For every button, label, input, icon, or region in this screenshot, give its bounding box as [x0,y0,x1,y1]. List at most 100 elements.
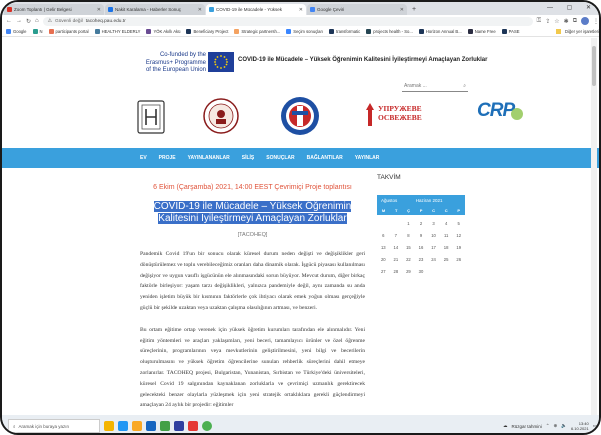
extensions-icon[interactable]: ✱ [564,18,569,25]
chevron-up-icon[interactable]: ⌃ [546,423,550,429]
site-search-input[interactable]: Aramak ... ⌕ [402,80,468,92]
calendar-day[interactable]: 22 [402,257,415,262]
new-tab-button[interactable]: + [408,4,420,15]
calendar-day[interactable]: 8 [402,233,415,238]
calendar-day[interactable]: 14 [390,245,403,250]
volume-icon[interactable]: 🔈 [561,423,567,429]
calendar-day[interactable]: 27 [377,269,390,274]
calendar-day[interactable]: 21 [390,257,403,262]
calendar-day[interactable]: 18 [440,245,453,250]
reload-icon[interactable]: ↻ [26,18,31,25]
close-icon[interactable]: ✕ [299,7,303,13]
bookmark-item[interactable]: Strategic partnersh... [234,29,280,34]
calendar-day[interactable]: 4 [440,221,453,226]
site-title[interactable]: COVID-19 ile Mücadele – Yüksek Öğrenimin… [238,57,487,63]
calendar-day[interactable]: 9 [415,233,428,238]
bookmark-item[interactable]: YÖK Akıllı Akü [146,29,180,34]
calendar-day[interactable]: 2 [415,221,428,226]
other-bookmarks[interactable]: Diğer yer işaretleri [556,29,599,34]
url-field[interactable]: ⚠ Güvenli değil tacoheq.pau.edu.tr [42,16,533,26]
scrollbar-thumb[interactable] [592,46,596,86]
calendar-day[interactable]: 6 [377,233,390,238]
bookmark-item[interactable]: N [32,29,43,34]
chrome-icon[interactable] [202,421,212,431]
app-icon[interactable] [118,421,128,431]
window-controls[interactable]: — ▢ ✕ [547,4,597,11]
calendar-day[interactable]: 26 [452,257,465,262]
calendar-day[interactable]: 10 [427,233,440,238]
back-icon[interactable]: ← [6,18,12,24]
browser-tab[interactable]: Google Çeviri ✕ [307,4,407,15]
app-icon[interactable] [188,421,198,431]
bookmark-item[interactable]: Name Free [467,29,496,34]
nav-item-links[interactable]: BAĞLANTILAR [307,155,343,161]
puzzle-icon[interactable]: ⧉ [573,18,577,25]
calendar-day[interactable]: 25 [440,257,453,262]
task-view-icon[interactable] [104,421,114,431]
share-icon[interactable]: ⇪ [545,18,550,25]
close-icon[interactable]: ✕ [198,7,202,13]
bookmark-item[interactable]: PASE [501,29,520,34]
network-icon[interactable]: ⊕ [554,423,558,429]
calendar-day[interactable]: 16 [415,245,428,250]
bookmark-item[interactable]: projects health - So... [366,29,413,34]
calendar-day[interactable]: 30 [415,269,428,274]
calendar-day[interactable]: 11 [440,233,453,238]
calendar-day[interactable]: 24 [427,257,440,262]
calendar-day[interactable]: 12 [452,233,465,238]
calendar-day[interactable]: 3 [427,221,440,226]
partner-logo-seal[interactable] [203,98,239,134]
profile-avatar[interactable] [581,17,589,25]
calendar-day[interactable]: 1 [402,221,415,226]
nav-item-project[interactable]: PROJE [159,155,176,161]
taskbar-search[interactable]: ⌕ Aramak için buraya yazın [8,419,100,433]
calendar-day[interactable]: 15 [402,245,415,250]
bookmark-item[interactable]: Seçim sonuçları [286,29,323,34]
close-icon[interactable]: ✕ [97,7,101,13]
page-scrollbar[interactable] [591,38,597,415]
home-icon[interactable]: ⌂ [35,18,39,24]
browser-tab-active[interactable]: COVID-19 ile Mücadele - Yüksek ✕ [206,4,306,15]
calendar-prev-month[interactable]: Ağustos [381,198,397,203]
menu-icon[interactable]: ⋮ [593,18,599,25]
partner-logo-crp[interactable]: CRP [477,100,527,132]
calendar-day[interactable]: 5 [452,221,465,226]
clock[interactable]: 13:40 6.10.2021 [571,421,589,431]
star-icon[interactable]: ☆ [554,18,559,25]
calendar-day[interactable]: 29 [402,269,415,274]
browser-tab[interactable]: Nakit Karalama - Haberler Sonuç ✕ [105,4,205,15]
app-icon[interactable] [146,421,156,431]
search-icon[interactable]: ⌕ [463,83,466,89]
key-icon[interactable]: ⚿ [537,18,542,25]
nav-item-releases[interactable]: YAYINLAR [355,155,380,161]
app-icon[interactable] [160,421,170,431]
post-author[interactable]: [TACOHEQ] [140,232,365,238]
calendar-day[interactable]: 19 [452,245,465,250]
forward-icon[interactable]: → [16,18,22,24]
nav-item-home[interactable]: EV [140,155,147,161]
bookmark-item[interactable]: transformatic [329,29,360,34]
calendar-day[interactable]: 13 [377,245,390,250]
bookmark-item[interactable]: Beneficiary Project [186,29,228,34]
partner-logo-shield[interactable] [137,100,165,134]
close-icon[interactable]: ✕ [400,7,404,13]
calendar-day[interactable]: 28 [390,269,403,274]
calendar-day[interactable]: 20 [377,257,390,262]
bookmark-item[interactable]: Horizon Annual B... [418,29,462,34]
bookmark-item[interactable]: participants portal [48,29,89,34]
nav-item-contact[interactable]: SİLİŞ [242,155,255,161]
partner-logo-globe[interactable] [280,96,320,136]
calendar-day[interactable]: 7 [390,233,403,238]
browser-tab[interactable]: Zoom Toplantı | Gelir Belgesi ✕ [4,4,104,15]
folder-icon[interactable] [132,421,142,431]
nav-item-publications[interactable]: YAYINLANANLAR [188,155,230,161]
app-icon[interactable] [174,421,184,431]
bookmark-item[interactable]: Google [6,29,27,34]
calendar-day[interactable]: 23 [415,257,428,262]
notification-icon[interactable]: ▭ [593,423,597,429]
post-title[interactable]: COVID-19 ile Mücadele – Yüksek Öğrenimin… [140,201,365,224]
nav-item-results[interactable]: SONUÇLAR [266,155,294,161]
calendar-day[interactable]: 17 [427,245,440,250]
bookmark-item[interactable]: HEALTHY ELDERLY [94,29,140,34]
partner-logo-text[interactable]: УПРУЖЕВЕ ОСВЕЖЕВЕ [362,102,432,132]
